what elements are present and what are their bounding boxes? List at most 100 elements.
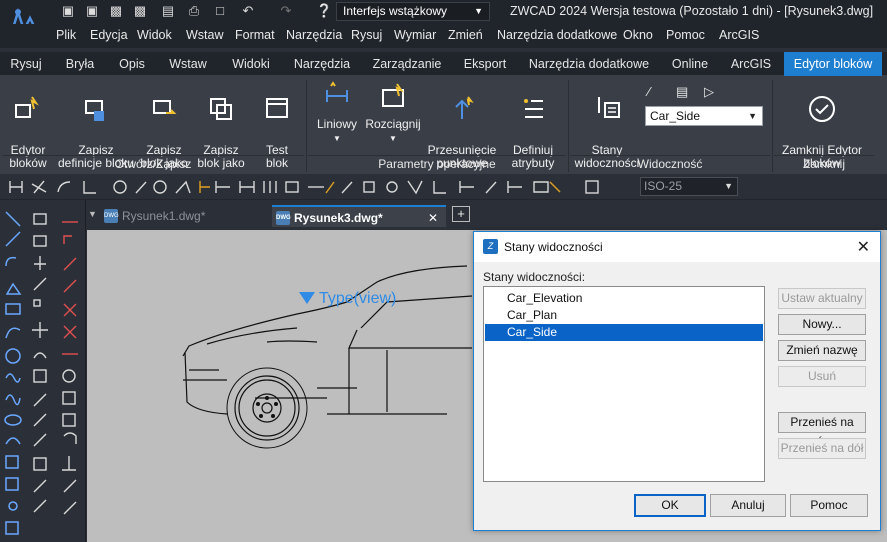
dim-style-select[interactable]: ISO-25 ▼ <box>640 177 738 196</box>
tab-list-icon[interactable]: ▼ <box>88 209 97 219</box>
close-tab-icon[interactable]: ✕ <box>428 207 438 229</box>
menu-narzedzia[interactable]: Narzędzia <box>286 28 342 42</box>
rozciagnij-label: Rozciągnij <box>365 117 421 131</box>
rozciagnij-button[interactable]: Rozciągnij ▼ <box>364 80 422 145</box>
list-item[interactable]: Car_Elevation <box>485 290 763 307</box>
diameter-icon <box>153 180 167 194</box>
new-tab-icon[interactable]: + <box>452 206 470 222</box>
menu-okno[interactable]: Okno <box>623 28 653 42</box>
tab-zarzadzanie[interactable]: Zarządzanie <box>368 52 446 76</box>
baseline-icon <box>239 181 255 193</box>
visibility-state-select[interactable]: Car_Side ▼ <box>645 106 763 126</box>
hood-line <box>266 340 318 343</box>
menu-edycja[interactable]: Edycja <box>90 28 128 42</box>
help-button[interactable]: Pomoc <box>790 494 868 517</box>
dwg-file-icon: DWG <box>104 209 119 223</box>
new-icon[interactable]: ▣ <box>60 3 76 19</box>
list-item-selected[interactable]: ✔ Car_Side <box>485 324 763 341</box>
save-icon[interactable]: ▩ <box>108 3 124 19</box>
open-icon[interactable]: ▣ <box>84 3 100 19</box>
jogged-icon <box>135 181 147 194</box>
state-name: Car_Elevation <box>507 291 583 305</box>
copy-icon <box>33 235 47 247</box>
workspace-select[interactable]: Interfejs wstążkowy ▼ <box>336 2 490 21</box>
tab-opis[interactable]: Opis <box>112 52 152 76</box>
scale-icon <box>33 369 47 383</box>
tab-wstaw[interactable]: Wstaw <box>164 52 212 76</box>
draw-modify-tool-icons <box>4 211 78 535</box>
list-item[interactable]: Car_Plan <box>485 307 763 324</box>
radius-icon <box>113 180 127 194</box>
tab-eksport[interactable]: Eksport <box>458 52 512 76</box>
make-visible-icon[interactable]: ▤ <box>676 84 688 100</box>
extend-icon <box>33 433 47 447</box>
osnap-tangent-icon <box>63 432 77 444</box>
check-circle-icon <box>809 96 835 122</box>
tab-narzedzia-dodatkowe[interactable]: Narzędzia dodatkowe <box>526 52 652 76</box>
tab-online[interactable]: Online <box>664 52 716 76</box>
osnap-circle-icon <box>62 369 76 383</box>
menu-wymiar[interactable]: Wymiar <box>394 28 436 42</box>
new-button[interactable]: Nowy... <box>778 314 866 335</box>
linear-parameter-icon <box>326 81 348 102</box>
ribbon-separator <box>772 80 773 172</box>
undo-icon[interactable]: ↶ <box>240 3 256 19</box>
tab-edytor-blokow[interactable]: Edytor bloków <box>784 52 882 76</box>
extents-icon[interactable]: □ <box>212 3 228 19</box>
set-current-button[interactable]: Ustaw aktualny <box>778 288 866 309</box>
car-roof-line <box>182 265 468 357</box>
menu-zmien[interactable]: Zmień <box>448 28 483 42</box>
quick-dim-icon <box>215 181 230 193</box>
tab-arcgis[interactable]: ArcGIS <box>726 52 776 76</box>
osnap-perp-icon <box>62 456 76 471</box>
tab-widoki[interactable]: Widoki <box>226 52 276 76</box>
save-block-icon <box>85 100 104 121</box>
group-label-parametry: Parametry operacyjne <box>378 157 496 171</box>
visibility-states-dialog: Z Stany widoczności ✕ Stany widoczności:… <box>473 231 881 531</box>
liniowy-button[interactable]: Liniowy ▼ <box>312 80 362 145</box>
close-icon[interactable]: ✕ <box>857 237 870 257</box>
menu-pomoc[interactable]: Pomoc <box>666 28 705 42</box>
doc-tab-rysunek1[interactable]: DWG Rysunek1.dwg* <box>100 205 276 227</box>
menu-widok[interactable]: Widok <box>137 28 172 42</box>
liniowy-label: Liniowy <box>316 117 358 131</box>
rename-button[interactable]: Zmień nazwę <box>778 340 866 361</box>
menu-format[interactable]: Format <box>235 28 275 42</box>
menu-wstaw[interactable]: Wstaw <box>186 28 224 42</box>
polygon-icon <box>5 282 22 295</box>
cancel-button[interactable]: Anuluj <box>710 494 786 517</box>
print-icon[interactable]: ⎙ <box>186 3 202 19</box>
move-up-button[interactable]: Przenieś na górę <box>778 412 866 448</box>
state-name: Car_Plan <box>507 308 558 322</box>
tab-bryla[interactable]: Bryła <box>58 52 102 76</box>
move-down-button[interactable]: Przenieś na dół <box>778 438 866 459</box>
visibility-states-icon <box>598 97 620 118</box>
help-icon[interactable]: ❔ <box>316 3 332 19</box>
tab-narzedzia[interactable]: Narzędzia <box>290 52 354 76</box>
menu-rysuj[interactable]: Rysuj <box>351 28 382 42</box>
make-invisible-icon[interactable]: ▷ <box>704 84 714 100</box>
visibility-mode-icon[interactable]: ∕ <box>648 84 650 99</box>
explode-icon <box>63 257 77 271</box>
menu-narzedzia-dodatkowe[interactable]: Narzędzia dodatkowe <box>497 28 617 42</box>
delete-button[interactable]: Usuń <box>778 366 866 387</box>
hatch-icon <box>5 521 19 535</box>
tab-rysuj[interactable]: Rysuj <box>4 52 48 76</box>
dim-update-icon <box>507 181 522 193</box>
dim-style-icon <box>585 180 599 194</box>
define-attributes-icon <box>524 99 543 118</box>
group-label-widocznosc: Widoczność <box>637 157 703 171</box>
doc-tab-rysunek3[interactable]: DWG Rysunek3.dwg* ✕ <box>272 205 446 227</box>
visibility-grip-icon <box>299 292 315 304</box>
group-label-otworz-zapisz: Otwórz/Zapisz <box>114 157 192 171</box>
plot-icon[interactable]: ▤ <box>160 3 176 19</box>
ok-button[interactable]: OK <box>634 494 706 517</box>
states-list[interactable]: Car_Elevation Car_Plan ✔ Car_Side <box>483 286 765 482</box>
redo-icon[interactable]: ↷ <box>278 3 294 19</box>
save-as-icon[interactable]: ▩ <box>132 3 148 19</box>
rotate-icon <box>33 352 47 359</box>
circle-icon <box>5 348 21 364</box>
menu-plik[interactable]: Plik <box>56 28 76 42</box>
menu-arcgis[interactable]: ArcGIS <box>719 28 759 42</box>
construction-line-icon <box>5 231 21 247</box>
